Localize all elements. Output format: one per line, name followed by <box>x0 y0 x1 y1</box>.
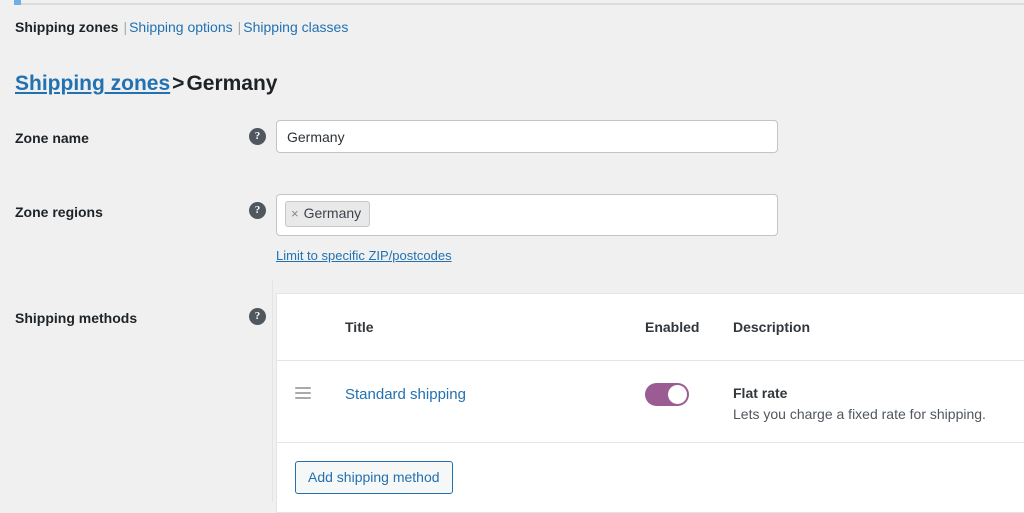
label-shipping-methods: Shipping methods <box>15 310 138 326</box>
subnav-separator-1: | <box>123 19 128 35</box>
breadcrumb-link-shipping-zones[interactable]: Shipping zones <box>15 72 170 95</box>
region-tag-germany[interactable]: × Germany <box>285 201 371 227</box>
cell-method-title: Standard shipping <box>345 360 645 443</box>
cell-description: Flat rate Lets you charge a fixed rate f… <box>733 360 1024 443</box>
question-mark-icon[interactable]: ? <box>249 308 266 325</box>
panel-footer: Add shipping method <box>277 442 1024 512</box>
top-divider <box>21 3 1024 5</box>
label-zone-name: Zone name <box>15 130 89 146</box>
cell-drag-handle[interactable] <box>277 360 345 443</box>
zone-name-input[interactable] <box>276 120 778 153</box>
region-tag-label: Germany <box>303 205 362 221</box>
shipping-methods-panel: Title Enabled Description Standard shipp… <box>276 293 1024 513</box>
description-block: Flat rate Lets you charge a fixed rate f… <box>733 383 1024 425</box>
breadcrumb-current: Germany <box>186 72 278 96</box>
enabled-toggle[interactable] <box>645 382 689 406</box>
label-zone-regions: Zone regions <box>15 204 103 220</box>
shipping-zone-page: Shipping zones | Shipping options | Shipping… <box>0 0 1024 513</box>
zone-form: Zone name ? Zone regions ? × Germany Lim… <box>0 108 1024 326</box>
column-header-handle <box>277 294 345 361</box>
drag-handle-icon[interactable] <box>295 386 311 399</box>
add-shipping-method-button[interactable]: Add shipping method <box>295 460 453 494</box>
column-header-enabled: Enabled <box>645 294 733 361</box>
column-header-title: Title <box>345 294 645 361</box>
top-accent-marker <box>14 0 21 5</box>
question-mark-icon[interactable]: ? <box>249 202 266 219</box>
table-row: Standard shipping Flat rate Lets you cha… <box>277 360 1024 443</box>
subnav-item-shipping-classes[interactable]: Shipping classes <box>243 19 348 35</box>
breadcrumb: Shipping zones>Germany <box>15 70 277 98</box>
toggle-knob <box>668 384 687 404</box>
remove-icon[interactable]: × <box>291 204 299 223</box>
column-header-description: Description <box>733 294 1024 361</box>
method-title-link[interactable]: Standard shipping <box>345 385 466 405</box>
zone-regions-field[interactable]: × Germany <box>276 194 778 236</box>
table-header-row: Title Enabled Description <box>277 294 1024 361</box>
cell-enabled-toggle <box>645 360 733 443</box>
description-title: Flat rate <box>733 384 788 401</box>
subnav-item-shipping-zones[interactable]: Shipping zones <box>15 19 118 35</box>
breadcrumb-separator: > <box>172 72 185 96</box>
subnav: Shipping zones | Shipping options | Shipping… <box>15 17 348 37</box>
question-mark-icon[interactable]: ? <box>249 128 266 145</box>
limit-to-postcodes-link[interactable]: Limit to specific ZIP/postcodes <box>276 247 452 265</box>
subnav-separator-2: | <box>237 19 242 35</box>
shipping-methods-table: Title Enabled Description Standard shipp… <box>277 294 1024 443</box>
subnav-item-shipping-options[interactable]: Shipping options <box>129 19 233 35</box>
description-subtitle: Lets you charge a fixed rate for shippin… <box>733 405 986 422</box>
